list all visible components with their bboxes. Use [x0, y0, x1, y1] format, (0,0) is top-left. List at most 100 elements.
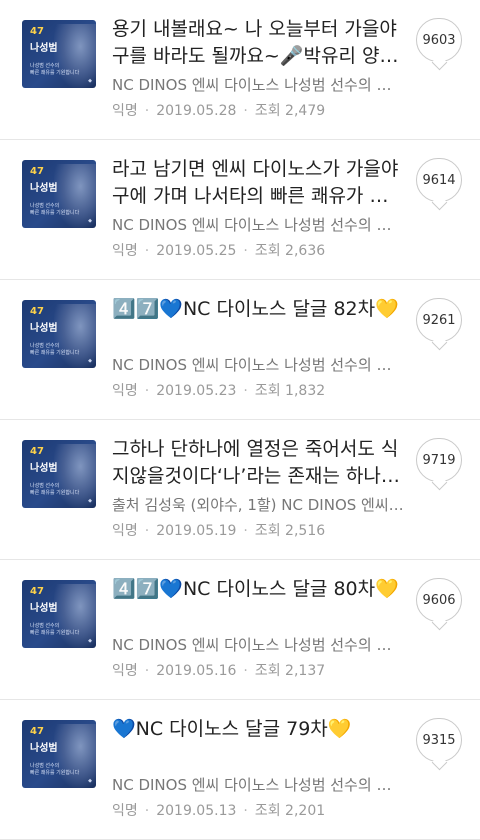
post-thumbnail[interactable]: 47 나성범 나성범 선수의 빠른 쾌유를 기원합니다 ◆ [22, 580, 96, 648]
post-title[interactable]: 라고 남기면 엔씨 다이노스가 가을야구에 가며 나서타의 빠른 쾌유가 함께합… [112, 156, 402, 210]
comment-count: 9603 [422, 32, 456, 48]
post-author: 익명 [112, 663, 138, 679]
speech-bubble-tail-icon [431, 194, 448, 211]
post-item[interactable]: 47 나성범 나성범 선수의 빠른 쾌유를 기원합니다 ◆ 4️⃣7️⃣💙NC … [0, 560, 480, 700]
thumbnail-caption: 빠른 쾌유를 기원합니다 [30, 210, 80, 216]
thumbnail-name: 나성범 [30, 183, 58, 194]
post-thumbnail[interactable]: 47 나성범 나성범 선수의 빠른 쾌유를 기원합니다 ◆ [22, 20, 96, 88]
comment-count-badge[interactable]: 9603 [416, 18, 462, 71]
speech-bubble-tail-icon [431, 474, 448, 491]
post-meta: 익명 · 2019.05.23 · 조회 1,832 [112, 380, 325, 400]
post-thumbnail[interactable]: 47 나성범 나성범 선수의 빠른 쾌유를 기원합니다 ◆ [22, 160, 96, 228]
speech-bubble-tail-icon [431, 614, 448, 631]
post-views: 조회 2,479 [254, 103, 326, 119]
comment-count: 9719 [422, 452, 456, 468]
post-list: 47 나성범 나성범 선수의 빠른 쾌유를 기원합니다 ◆ 용기 내볼래요~ 나… [0, 0, 480, 840]
post-thumbnail[interactable]: 47 나성범 나성범 선수의 빠른 쾌유를 기원합니다 ◆ [22, 440, 96, 508]
thumbnail-number: 47 [30, 26, 44, 37]
post-author: 익명 [112, 803, 138, 819]
team-logo-icon: ◆ [88, 78, 92, 84]
thumbnail-number: 47 [30, 586, 44, 597]
post-date: 2019.05.25 [156, 243, 237, 259]
thumbnail-caption: 나성범 선수의 [30, 763, 60, 769]
post-views: 조회 2,137 [254, 663, 326, 679]
thumbnail-name: 나성범 [30, 743, 58, 754]
speech-bubble-tail-icon [431, 334, 448, 351]
team-logo-icon: ◆ [88, 778, 92, 784]
post-date: 2019.05.13 [156, 803, 237, 819]
post-author: 익명 [112, 243, 138, 259]
post-meta: 익명 · 2019.05.13 · 조회 2,201 [112, 800, 325, 820]
thumbnail-number: 47 [30, 306, 44, 317]
post-snippet: NC DINOS 엔씨 다이노스 나성범 선수의 빠른 쾌유를 기원합니다 [112, 776, 404, 794]
comment-count: 9315 [422, 732, 456, 748]
thumbnail-name: 나성범 [30, 463, 58, 474]
comment-count-badge[interactable]: 9614 [416, 158, 462, 211]
separator-dot: · [243, 103, 248, 119]
thumbnail-caption: 빠른 쾌유를 기원합니다 [30, 490, 80, 496]
thumbnail-name: 나성범 [30, 603, 58, 614]
thumbnail-number: 47 [30, 166, 44, 177]
post-thumbnail[interactable]: 47 나성범 나성범 선수의 빠른 쾌유를 기원합니다 ◆ [22, 300, 96, 368]
separator-dot: · [144, 523, 150, 539]
separator-dot: · [144, 803, 150, 819]
separator-dot: · [144, 243, 150, 259]
post-item[interactable]: 47 나성범 나성범 선수의 빠른 쾌유를 기원합니다 ◆ 그하나 단하나에 열… [0, 420, 480, 560]
comment-count-badge[interactable]: 9261 [416, 298, 462, 351]
post-date: 2019.05.23 [156, 383, 237, 399]
team-logo-icon: ◆ [88, 498, 92, 504]
separator-dot: · [144, 103, 150, 119]
post-title[interactable]: 용기 내볼래요~ 나 오늘부터 가을야구를 바라도 될까요~🎤박유리 양의 응원 [112, 16, 402, 70]
thumbnail-caption: 나성범 선수의 [30, 343, 60, 349]
post-thumbnail[interactable]: 47 나성범 나성범 선수의 빠른 쾌유를 기원합니다 ◆ [22, 720, 96, 788]
post-views: 조회 2,636 [254, 243, 326, 259]
comment-count-badge[interactable]: 9606 [416, 578, 462, 631]
speech-bubble-tail-icon [431, 54, 448, 71]
post-meta: 익명 · 2019.05.19 · 조회 2,516 [112, 520, 325, 540]
thumbnail-caption: 빠른 쾌유를 기원합니다 [30, 350, 80, 356]
post-date: 2019.05.16 [156, 663, 237, 679]
comment-count: 9614 [422, 172, 456, 188]
post-item[interactable]: 47 나성범 나성범 선수의 빠른 쾌유를 기원합니다 ◆ 용기 내볼래요~ 나… [0, 0, 480, 140]
post-title[interactable]: 💙NC 다이노스 달글 79차💛 [112, 716, 402, 743]
thumbnail-caption: 빠른 쾌유를 기원합니다 [30, 770, 80, 776]
post-snippet: NC DINOS 엔씨 다이노스 나성범 선수의 빠른 쾌유를 기원합니다 [112, 216, 404, 234]
post-meta: 익명 · 2019.05.28 · 조회 2,479 [112, 100, 325, 120]
comment-count-badge[interactable]: 9315 [416, 718, 462, 771]
comment-count-badge[interactable]: 9719 [416, 438, 462, 491]
thumbnail-number: 47 [30, 726, 44, 737]
post-author: 익명 [112, 103, 138, 119]
thumbnail-number: 47 [30, 446, 44, 457]
separator-dot: · [243, 243, 248, 259]
separator-dot: · [144, 663, 150, 679]
post-author: 익명 [112, 523, 138, 539]
thumbnail-caption: 나성범 선수의 [30, 203, 60, 209]
thumbnail-caption: 나성범 선수의 [30, 623, 60, 629]
post-item[interactable]: 47 나성범 나성범 선수의 빠른 쾌유를 기원합니다 ◆ 💙NC 다이노스 달… [0, 700, 480, 840]
post-snippet: NC DINOS 엔씨 다이노스 나성범 선수의 빠른 쾌유를 기원합니다 [112, 636, 404, 654]
post-snippet: 출처 김성욱 (외야수, 1할) NC DINOS 엔씨 다이노스 [112, 496, 404, 514]
thumbnail-caption: 나성범 선수의 [30, 63, 60, 69]
post-title[interactable]: 그하나 단하나에 열정은 죽어서도 식지않을것이다‘나’라는 존재는 하나뿐이다 [112, 436, 402, 490]
team-logo-icon: ◆ [88, 358, 92, 364]
post-date: 2019.05.19 [156, 523, 237, 539]
separator-dot: · [243, 523, 248, 539]
post-meta: 익명 · 2019.05.25 · 조회 2,636 [112, 240, 325, 260]
post-title[interactable]: 4️⃣7️⃣💙NC 다이노스 달글 82차💛 [112, 296, 402, 323]
comment-count: 9606 [422, 592, 456, 608]
comment-count: 9261 [422, 312, 456, 328]
separator-dot: · [243, 383, 248, 399]
separator-dot: · [144, 383, 150, 399]
speech-bubble-tail-icon [431, 754, 448, 771]
post-views: 조회 2,201 [254, 803, 326, 819]
thumbnail-caption: 빠른 쾌유를 기원합니다 [30, 630, 80, 636]
thumbnail-name: 나성범 [30, 323, 58, 334]
team-logo-icon: ◆ [88, 218, 92, 224]
thumbnail-name: 나성범 [30, 43, 58, 54]
separator-dot: · [243, 663, 248, 679]
separator-dot: · [243, 803, 248, 819]
post-item[interactable]: 47 나성범 나성범 선수의 빠른 쾌유를 기원합니다 ◆ 라고 남기면 엔씨 … [0, 140, 480, 280]
post-item[interactable]: 47 나성범 나성범 선수의 빠른 쾌유를 기원합니다 ◆ 4️⃣7️⃣💙NC … [0, 280, 480, 420]
post-title[interactable]: 4️⃣7️⃣💙NC 다이노스 달글 80차💛 [112, 576, 402, 603]
thumbnail-caption: 나성범 선수의 [30, 483, 60, 489]
